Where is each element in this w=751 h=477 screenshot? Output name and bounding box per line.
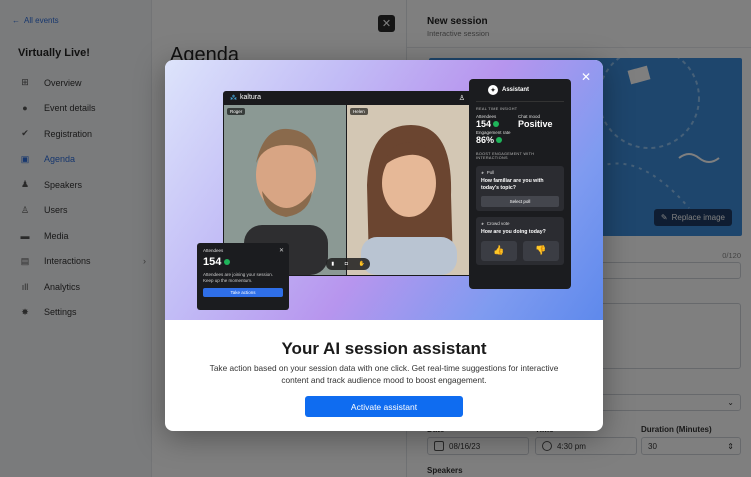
video-tile: Helen	[347, 105, 471, 275]
camera-icon: ◘	[344, 261, 348, 267]
select-poll-button: Select poll	[481, 196, 559, 207]
close-icon: ✕	[278, 248, 284, 254]
modal-hero-illustration: ⁂ kaltura ♙ Roger Helen ▮ ◘ ✋ ✦ Assistan…	[165, 60, 603, 320]
video-call-header: ⁂ kaltura ♙	[223, 91, 472, 104]
section-heading: REAL TIME INSIGHT	[476, 107, 518, 111]
activate-assistant-button[interactable]: Activate assistant	[305, 396, 463, 417]
hand-icon: ✋	[358, 261, 365, 267]
attendees-card-stat: 154	[203, 256, 283, 268]
call-controls: ▮ ◘ ✋	[326, 258, 370, 270]
microphone-icon: ▮	[331, 261, 335, 267]
attendees-value: 154	[476, 119, 492, 129]
participant-woman-image	[347, 105, 471, 275]
take-actions-button: Take actions	[203, 287, 283, 297]
participant-name-tag: Roger	[227, 108, 246, 115]
poll-label: Poll	[486, 170, 495, 175]
modal-close-button[interactable]: ✕	[579, 70, 593, 84]
attendees-card-value: 154	[203, 256, 222, 268]
attendees-card: Attendees ✕ 154 Attendees are joining yo…	[197, 243, 289, 310]
sparkle-icon: ✦	[488, 85, 498, 95]
trend-up-icon	[493, 121, 500, 127]
attendees-card-text: Attendees are joining your session. Keep…	[203, 272, 274, 283]
poll-card-title: ◕ Poll	[481, 170, 559, 175]
trend-up-icon	[224, 259, 231, 265]
chat-mood-value: Positive	[518, 119, 553, 129]
modal-description: Take action based on your session data w…	[209, 363, 559, 385]
close-icon: ✕	[580, 70, 592, 84]
thumbs-down-icon: 👎	[523, 240, 559, 261]
kaltura-logo-icon: ⁂	[230, 94, 237, 102]
participant-name-tag: Helen	[350, 108, 368, 115]
vote-options: 👍 👎	[481, 240, 559, 261]
attendees-card-label: Attendees	[203, 248, 224, 253]
insight-row: Attendees 154 Chat mood Positive	[476, 114, 564, 129]
attendees-stat: 154	[476, 119, 500, 129]
crowd-vote-question: How are you doing today?	[481, 229, 546, 235]
poll-card: ◕ Poll How familiar are you with today's …	[476, 166, 564, 211]
crowd-vote-label: Crowd vote	[486, 221, 510, 226]
engagement-stat: 86%	[476, 135, 564, 145]
crowd-vote-card: ◕ Crowd vote How are you doing today? 👍 👎	[476, 217, 564, 265]
assistant-title: Assistant	[502, 87, 530, 93]
poll-question: How familiar are you with today's topic?	[481, 178, 544, 191]
crowd-vote-title: ◕ Crowd vote	[481, 221, 559, 226]
kaltura-logo: ⁂ kaltura	[230, 94, 261, 102]
section-heading: BOOST ENGAGEMENT WITH INTERACTIONS	[476, 152, 535, 160]
thumbs-up-icon: 👍	[481, 240, 517, 261]
engagement-value: 86%	[476, 135, 495, 145]
modal-title: Your AI session assistant	[281, 339, 487, 358]
assistant-header: ✦ Assistant	[476, 85, 564, 102]
user-icon: ♙	[458, 94, 465, 102]
ai-assistant-modal: ⁂ kaltura ♙ Roger Helen ▮ ◘ ✋ ✦ Assistan…	[165, 60, 603, 431]
poll-icon: ◕	[481, 170, 484, 175]
app-name: kaltura	[240, 94, 262, 101]
trend-up-icon	[496, 137, 503, 143]
vote-icon: ◕	[481, 221, 484, 226]
assistant-panel: ✦ Assistant REAL TIME INSIGHT Attendees …	[469, 79, 571, 289]
